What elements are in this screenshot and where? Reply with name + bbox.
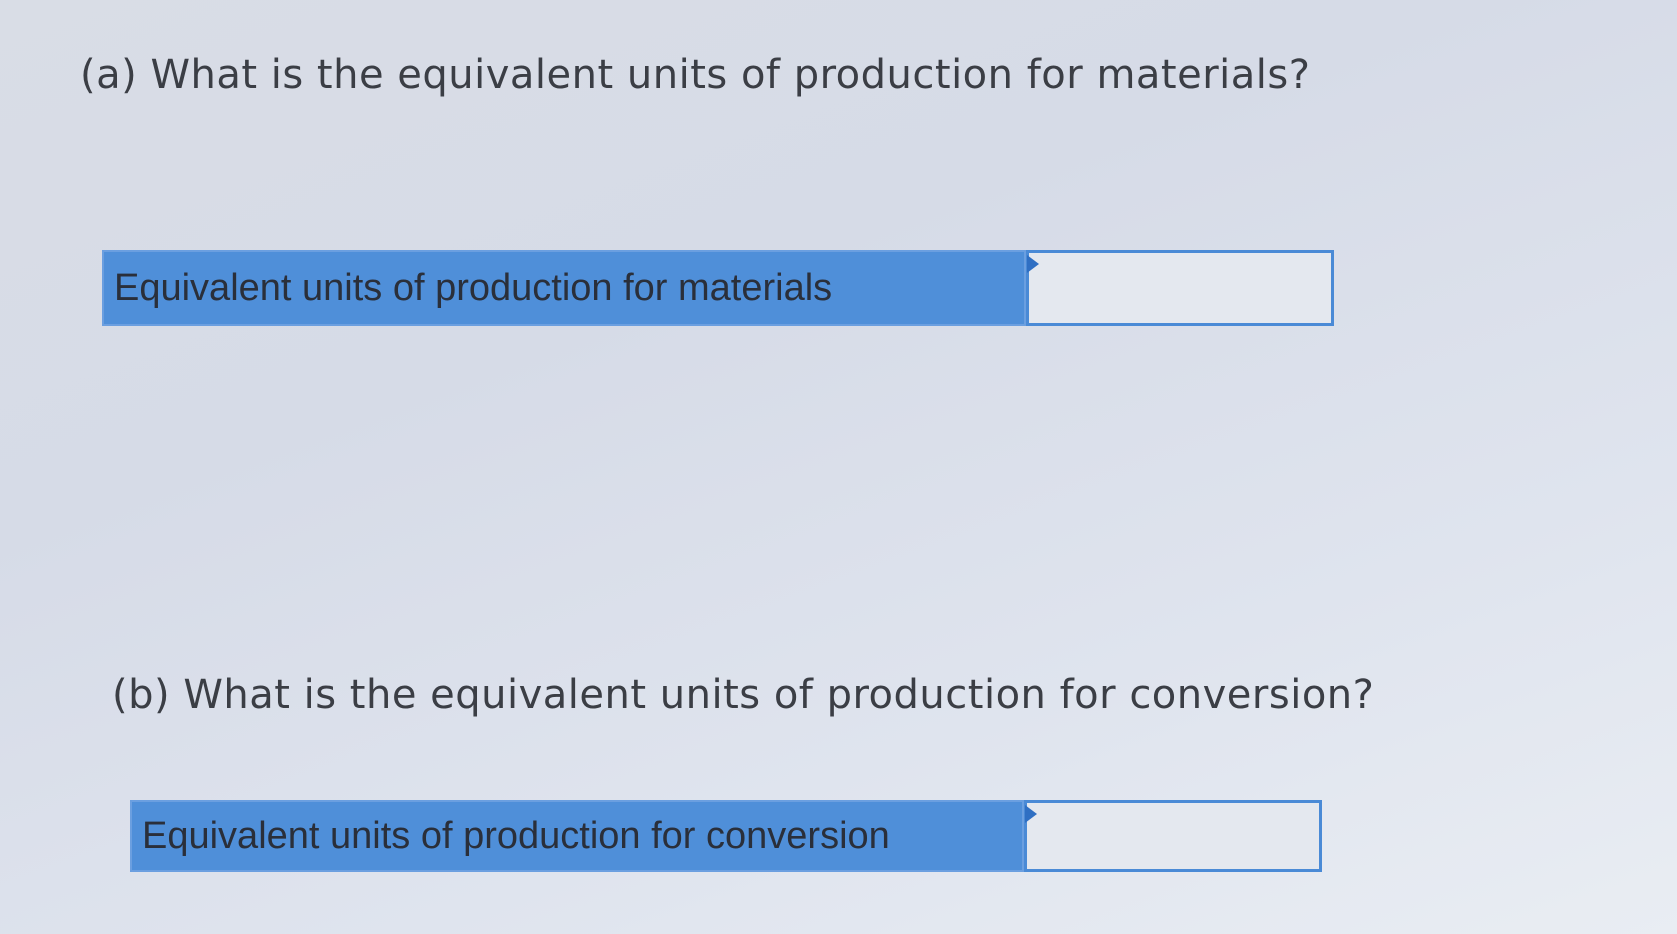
answer-input-container-conversion: [1024, 800, 1322, 872]
answer-label-conversion: Equivalent units of production for conve…: [130, 800, 1024, 872]
flag-marker-icon: [1025, 805, 1037, 823]
answer-row-conversion: Equivalent units of production for conve…: [130, 800, 1322, 872]
question-a-prompt: (a) What is the equivalent units of prod…: [80, 52, 1311, 98]
flag-marker-icon: [1027, 255, 1039, 273]
conversion-equivalent-units-input[interactable]: [1027, 803, 1319, 869]
answer-row-materials: Equivalent units of production for mater…: [102, 250, 1334, 326]
answer-input-container-materials: [1026, 250, 1334, 326]
question-b-prompt: (b) What is the equivalent units of prod…: [112, 672, 1375, 718]
answer-label-materials: Equivalent units of production for mater…: [102, 250, 1026, 326]
materials-equivalent-units-input[interactable]: [1029, 253, 1331, 323]
